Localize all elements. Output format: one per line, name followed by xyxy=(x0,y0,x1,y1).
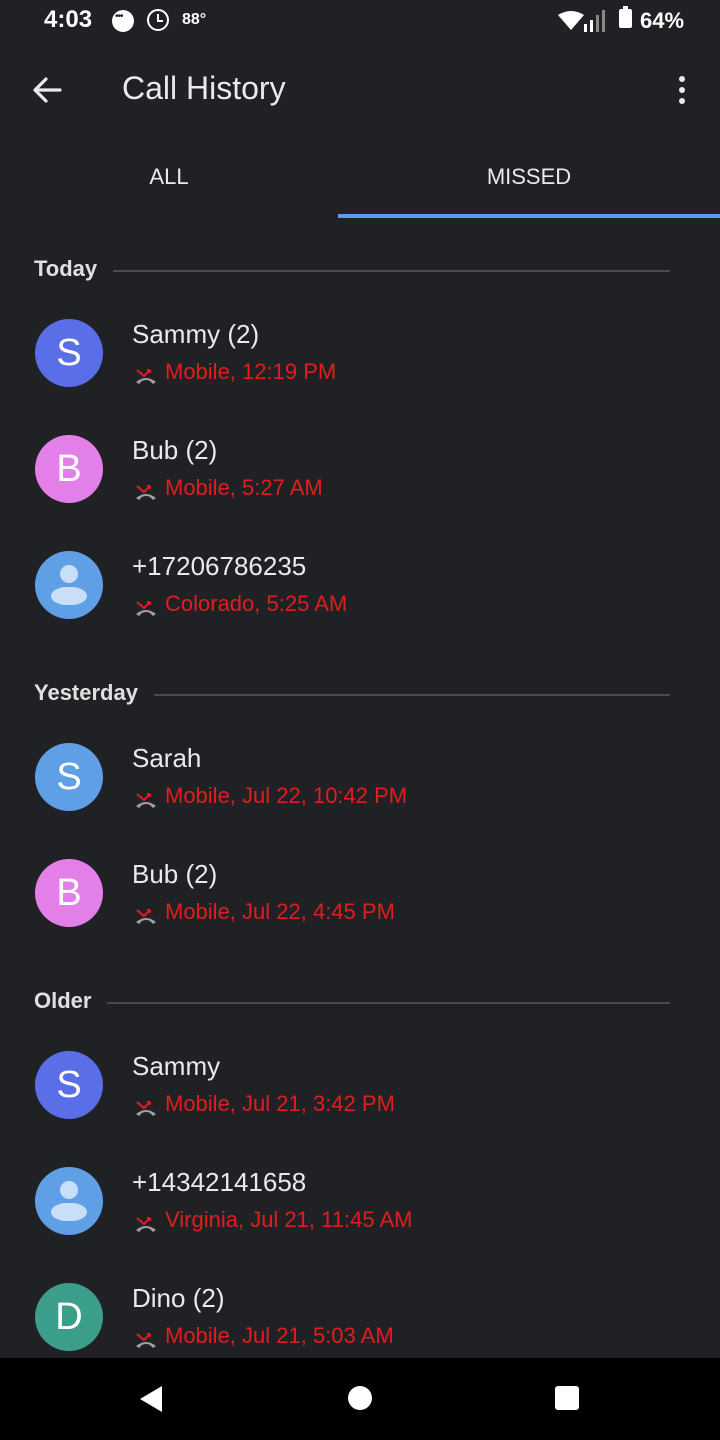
caller-name: Sammy xyxy=(132,1051,221,1081)
status-bar: 4:03 88° 64% xyxy=(0,0,720,44)
system-nav-bar xyxy=(0,1358,720,1440)
section-header-today: Today xyxy=(34,256,670,286)
call-row[interactable]: +14342141658 Virginia, Jul 21, 11:45 AM xyxy=(0,1167,720,1283)
call-row[interactable]: B Bub (2) Mobile, 5:27 AM xyxy=(0,435,720,551)
missed-call-icon xyxy=(136,1217,156,1232)
call-row[interactable]: S Sarah Mobile, Jul 22, 10:42 PM xyxy=(0,743,720,859)
section-header-older: Older xyxy=(34,988,670,1018)
call-detail-text: Mobile, Jul 21, 3:42 PM xyxy=(165,1091,395,1116)
avatar: S xyxy=(35,319,103,387)
message-notification-icon xyxy=(112,10,134,32)
call-row[interactable]: S Sammy (2) Mobile, 12:19 PM xyxy=(0,319,720,435)
caller-name: +14342141658 xyxy=(132,1167,307,1197)
missed-call-icon xyxy=(136,1333,156,1348)
section-divider xyxy=(34,1002,670,1004)
call-detail-text: Colorado, 5:25 AM xyxy=(165,591,348,616)
missed-call-icon xyxy=(136,601,156,616)
caller-name: Sammy (2) xyxy=(132,319,260,349)
avatar: B xyxy=(35,435,103,503)
section-divider xyxy=(34,270,670,272)
section-header-yesterday: Yesterday xyxy=(34,680,670,710)
caller-name: Bub (2) xyxy=(132,859,218,889)
avatar: S xyxy=(35,1051,103,1119)
avatar: S xyxy=(35,743,103,811)
status-temperature: 88° xyxy=(182,11,207,28)
section-label: Today xyxy=(34,256,114,282)
call-row[interactable]: S Sammy Mobile, Jul 21, 3:42 PM xyxy=(0,1051,720,1167)
page-title: Call History xyxy=(122,70,286,106)
avatar: B xyxy=(35,859,103,927)
nav-recents-icon[interactable] xyxy=(555,1386,579,1410)
caller-name: Bub (2) xyxy=(132,435,218,465)
back-button[interactable] xyxy=(22,64,74,116)
more-vert-icon xyxy=(679,76,685,82)
tab-all[interactable]: ALL xyxy=(0,136,338,218)
more-vert-icon-dot xyxy=(679,98,685,104)
nav-home-icon[interactable] xyxy=(348,1386,372,1410)
call-detail-text: Virginia, Jul 21, 11:45 AM xyxy=(165,1207,413,1232)
more-options-button[interactable] xyxy=(660,64,704,116)
tab-indicator xyxy=(338,214,720,218)
call-row[interactable]: B Bub (2) Mobile, Jul 22, 4:45 PM xyxy=(0,859,720,975)
person-avatar-icon xyxy=(35,1167,103,1235)
arrow-left-icon xyxy=(33,77,62,103)
missed-call-icon xyxy=(136,793,156,808)
missed-call-icon xyxy=(136,909,156,924)
wifi-icon xyxy=(558,11,584,30)
call-detail-text: Mobile, Jul 21, 5:03 AM xyxy=(165,1323,394,1348)
battery-percent: 64% xyxy=(640,8,685,33)
more-vert-icon-dot xyxy=(679,87,685,93)
app-bar: Call History xyxy=(0,44,720,136)
missed-call-icon xyxy=(136,485,156,500)
signal-icon xyxy=(584,10,605,32)
missed-call-icon xyxy=(136,369,156,384)
tab-bar: ALL MISSED xyxy=(0,136,720,218)
section-label: Yesterday xyxy=(34,680,154,706)
person-avatar-icon xyxy=(35,551,103,619)
caller-name: Dino (2) xyxy=(132,1283,225,1313)
alarm-clock-icon xyxy=(147,9,169,31)
avatar: D xyxy=(35,1283,103,1351)
call-detail-text: Mobile, 12:19 PM xyxy=(165,359,337,384)
call-detail-text: Mobile, Jul 22, 10:42 PM xyxy=(165,783,408,808)
caller-name: +17206786235 xyxy=(132,551,307,581)
tab-missed[interactable]: MISSED xyxy=(338,136,720,218)
section-label: Older xyxy=(34,988,108,1014)
caller-name: Sarah xyxy=(132,743,202,773)
call-detail-text: Mobile, Jul 22, 4:45 PM xyxy=(165,899,395,924)
call-row[interactable]: +17206786235 Colorado, 5:25 AM xyxy=(0,551,720,667)
call-detail-text: Mobile, 5:27 AM xyxy=(165,475,323,500)
missed-call-icon xyxy=(136,1101,156,1116)
nav-back-icon[interactable] xyxy=(138,1384,164,1414)
status-time: 4:03 xyxy=(44,6,93,33)
battery-icon xyxy=(619,6,632,28)
